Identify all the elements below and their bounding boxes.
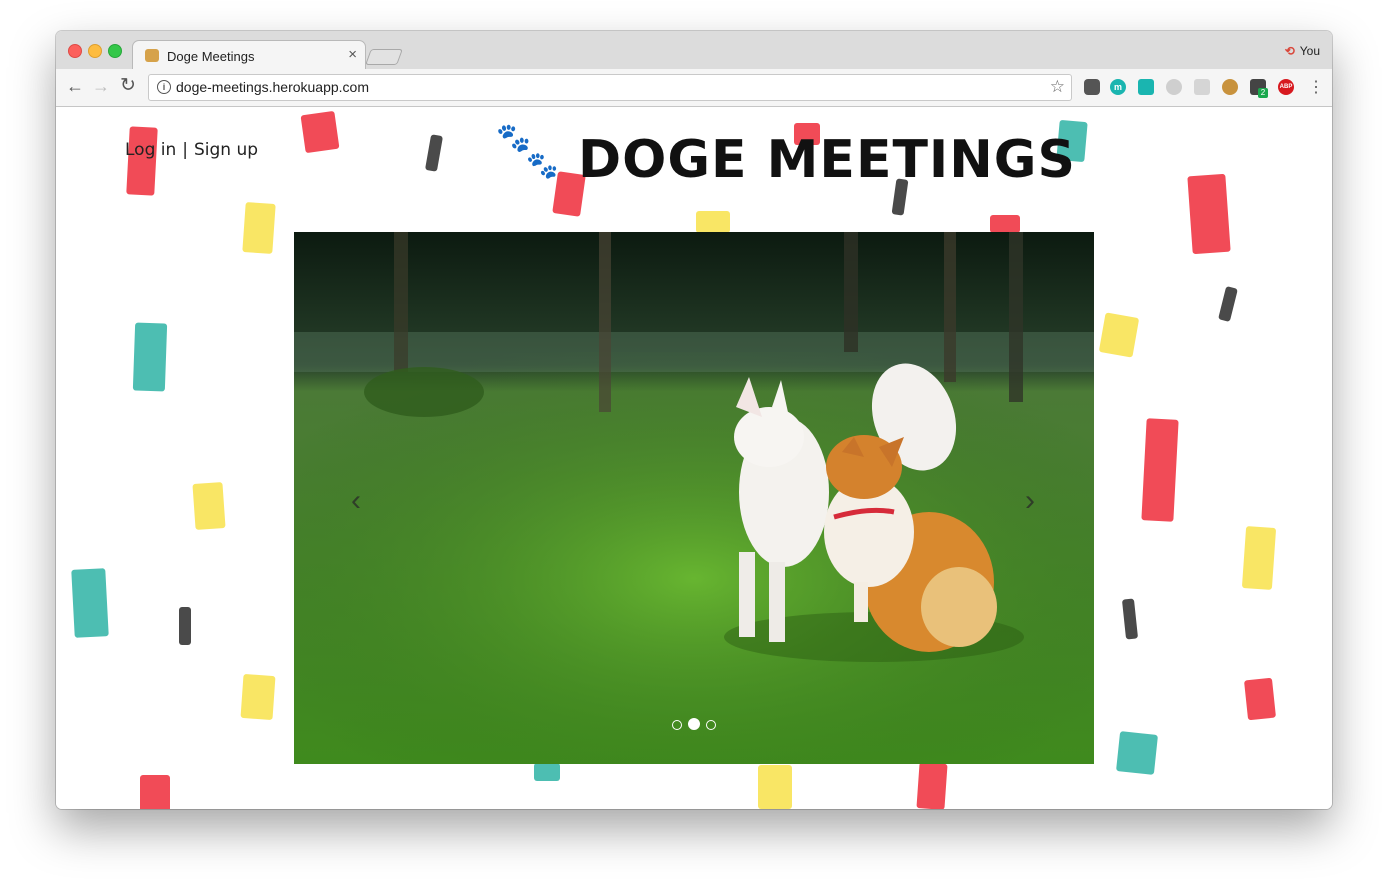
paint-stroke — [1218, 286, 1238, 322]
auth-links: Log in | Sign up — [125, 140, 258, 160]
profile-name: You — [1299, 44, 1320, 58]
maximize-window-button[interactable] — [108, 44, 122, 58]
carousel-dot[interactable] — [672, 720, 682, 730]
paint-stroke — [179, 607, 191, 645]
site-title: DOGE MEETINGS — [578, 130, 1076, 190]
carousel-dot-active[interactable] — [688, 718, 700, 730]
refresh-extension-icon[interactable] — [1166, 79, 1182, 95]
close-tab-icon[interactable]: × — [348, 46, 357, 63]
minimize-window-button[interactable] — [88, 44, 102, 58]
paint-stroke — [424, 134, 444, 172]
photo-carousel: ‹ › — [294, 232, 1094, 764]
paint-stroke — [1098, 312, 1140, 358]
doge-favicon-icon — [145, 49, 159, 62]
profile-button[interactable]: ⟲ You — [1285, 44, 1320, 58]
address-bar[interactable]: i doge-meetings.herokuapp.com ☆ — [148, 74, 1072, 101]
paint-stroke — [132, 322, 168, 392]
paint-stroke — [696, 211, 730, 233]
browser-tab[interactable]: Doge Meetings × — [132, 40, 366, 71]
evernote-extension-icon[interactable] — [1084, 79, 1100, 95]
carousel-dot[interactable] — [706, 720, 716, 730]
profile-icon: ⟲ — [1284, 44, 1295, 58]
carousel-prev-arrow-icon[interactable]: ‹ — [345, 486, 367, 516]
paint-stroke — [758, 765, 792, 809]
paint-stroke — [71, 568, 109, 638]
paint-stroke — [192, 482, 226, 530]
new-tab-button[interactable] — [365, 49, 403, 65]
page-viewport: Log in | Sign up 🐾 🐾 DOGE MEETINGS ‹ › — [56, 107, 1332, 809]
dogs-playing-image — [294, 232, 1094, 764]
signup-link[interactable]: Sign up — [194, 140, 258, 160]
back-arrow-icon[interactable]: ← — [66, 76, 84, 96]
paint-stroke — [990, 215, 1020, 233]
paint-stroke — [1121, 598, 1139, 640]
tab-bar: Doge Meetings × ⟲ You — [56, 31, 1332, 71]
carousel-indicators — [672, 717, 722, 730]
paint-stroke — [1241, 526, 1277, 590]
paint-stroke — [534, 763, 560, 781]
info-icon[interactable]: i — [157, 80, 171, 94]
cookie-extension-icon[interactable] — [1222, 79, 1238, 95]
login-link[interactable]: Log in — [125, 140, 176, 160]
paint-stroke — [1243, 677, 1277, 721]
screen-extension-icon[interactable] — [1194, 79, 1210, 95]
paint-stroke — [242, 202, 276, 254]
bookmark-star-icon[interactable]: ☆ — [1050, 77, 1065, 97]
forward-arrow-icon[interactable]: → — [92, 76, 110, 96]
paint-stroke — [1141, 418, 1179, 522]
paint-stroke — [240, 673, 276, 721]
browser-toolbar: ← → ↻ i doge-meetings.herokuapp.com ☆ m … — [56, 69, 1332, 107]
paint-stroke — [140, 775, 170, 809]
extension-badge: 2 — [1258, 88, 1268, 98]
paint-stroke — [126, 126, 158, 196]
paint-stroke — [300, 110, 340, 154]
paint-stroke — [1116, 731, 1158, 775]
paint-stroke — [1187, 173, 1231, 255]
cup-extension-icon[interactable] — [1138, 79, 1154, 95]
url-text: doge-meetings.herokuapp.com — [176, 79, 370, 95]
site-header[interactable]: 🐾 🐾 DOGE MEETINGS — [496, 122, 1075, 194]
carousel-next-arrow-icon[interactable]: › — [1019, 486, 1041, 516]
paw-icon: 🐾 — [496, 122, 531, 153]
paint-stroke — [916, 762, 948, 809]
paw-icon: 🐾 — [526, 150, 559, 180]
browser-window: Doge Meetings × ⟲ You ← → ↻ i doge-meetin… — [56, 31, 1332, 809]
auth-separator: | — [182, 140, 188, 160]
adblock-extension-icon[interactable]: ABP — [1278, 79, 1294, 95]
reload-icon[interactable]: ↻ — [120, 76, 136, 96]
m-extension-icon[interactable]: m — [1110, 79, 1126, 95]
close-window-button[interactable] — [68, 44, 82, 58]
tab-title: Doge Meetings — [167, 49, 255, 64]
kebab-menu-icon[interactable]: ⋮ — [1308, 77, 1324, 97]
